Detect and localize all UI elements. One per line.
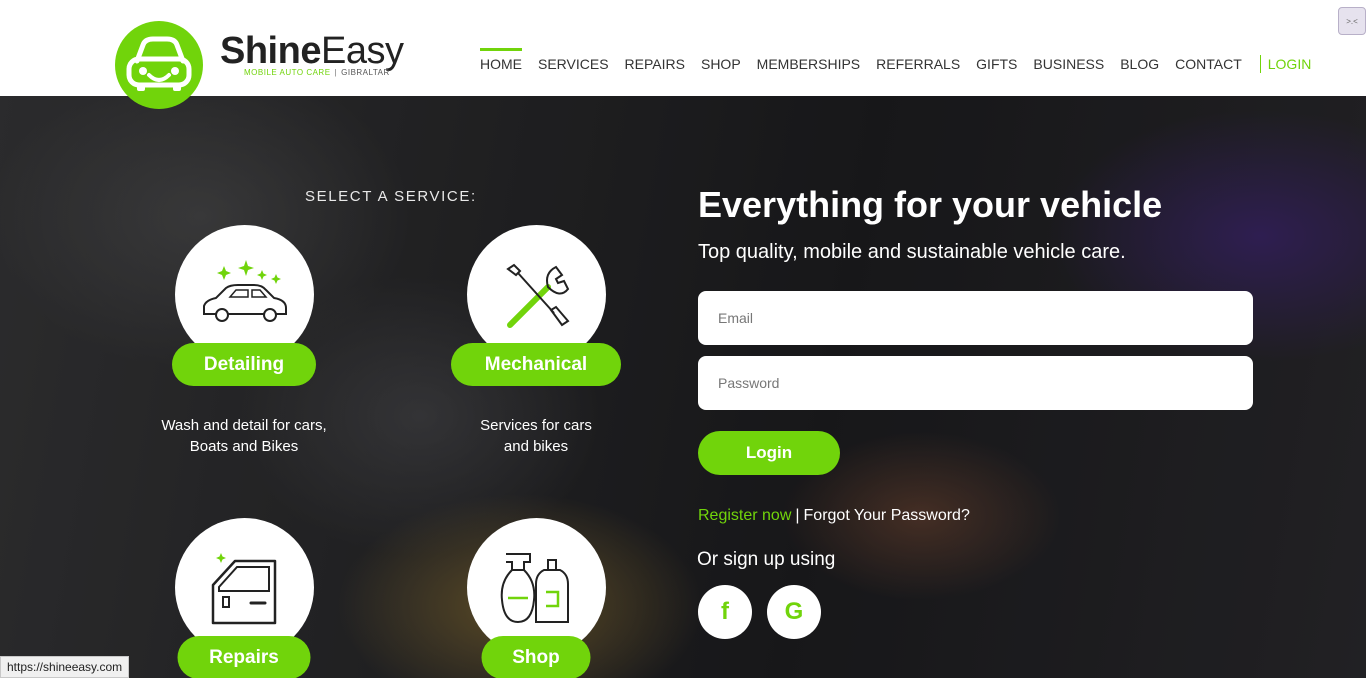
nav-item-contact[interactable]: CONTACT bbox=[1175, 56, 1242, 72]
email-field[interactable] bbox=[698, 291, 1253, 345]
login-button[interactable]: Login bbox=[698, 431, 840, 475]
brand-tagline: MOBILE AUTO CARE | GIBRALTAR bbox=[244, 68, 390, 77]
social-signup-heading: Or sign up using bbox=[697, 549, 836, 570]
logo-smiley-car-icon[interactable] bbox=[115, 21, 203, 109]
nav-divider bbox=[1259, 55, 1261, 73]
nav-item-shop[interactable]: SHOP bbox=[701, 56, 741, 72]
nav-item-home[interactable]: HOME bbox=[480, 48, 522, 72]
service-mechanical-description: Services for cars and bikes bbox=[480, 417, 592, 455]
service-card-repairs[interactable]: Repairs bbox=[154, 518, 334, 678]
nav-item-memberships[interactable]: MEMBERSHIPS bbox=[757, 56, 860, 72]
auth-links: Register now | Forgot Your Password? bbox=[698, 507, 970, 524]
hero-title: Everything for your vehicle bbox=[698, 184, 1163, 225]
service-card-shop[interactable]: Shop bbox=[446, 518, 626, 678]
google-icon[interactable]: G bbox=[767, 585, 821, 639]
facebook-icon[interactable]: f bbox=[698, 585, 752, 639]
status-bar-url: https://shineeasy.com bbox=[0, 656, 130, 678]
browser-extension-icon[interactable]: >.< bbox=[1338, 7, 1366, 35]
service-repairs-button[interactable]: Repairs bbox=[177, 636, 311, 678]
service-mechanical-button[interactable]: Mechanical bbox=[451, 343, 621, 386]
main-nav: HOME SERVICES REPAIRS SHOP MEMBERSHIPS R… bbox=[480, 48, 1312, 73]
service-detailing-description: Wash and detail for cars, Boats and Bike… bbox=[161, 417, 327, 455]
nav-item-business[interactable]: BUSINESS bbox=[1033, 56, 1104, 72]
select-service-heading: SELECT A SERVICE: bbox=[305, 188, 477, 205]
service-shop-button[interactable]: Shop bbox=[481, 636, 591, 678]
hero-section: SELECT A SERVICE: Detailing Wash and det… bbox=[0, 96, 1366, 678]
forgot-password-link[interactable]: Forgot Your Password? bbox=[804, 507, 970, 524]
service-card-detailing[interactable]: Detailing Wash and detail for cars, Boat… bbox=[154, 225, 334, 455]
register-link[interactable]: Register now bbox=[698, 507, 791, 524]
spray-bottle-icon bbox=[500, 552, 569, 623]
wrench-screwdriver-icon bbox=[506, 263, 570, 328]
nav-item-gifts[interactable]: GIFTS bbox=[976, 56, 1017, 72]
service-card-mechanical[interactable]: Mechanical Services for cars and bikes bbox=[446, 225, 626, 455]
car-sparkle-icon bbox=[203, 259, 287, 322]
hero-subtitle: Top quality, mobile and sustainable vehi… bbox=[698, 241, 1126, 263]
nav-item-services[interactable]: SERVICES bbox=[538, 56, 609, 72]
nav-item-login[interactable]: LOGIN bbox=[1268, 56, 1312, 72]
nav-item-repairs[interactable]: REPAIRS bbox=[625, 56, 685, 72]
brand-name[interactable]: ShineEasy bbox=[220, 30, 404, 73]
nav-item-blog[interactable]: BLOG bbox=[1120, 56, 1159, 72]
service-detailing-button[interactable]: Detailing bbox=[172, 343, 316, 386]
password-field[interactable] bbox=[698, 356, 1253, 410]
nav-item-referrals[interactable]: REFERRALS bbox=[876, 56, 960, 72]
car-door-icon bbox=[211, 552, 277, 624]
site-header: ShineEasy MOBILE AUTO CARE | GIBRALTAR HOM… bbox=[0, 0, 1366, 96]
